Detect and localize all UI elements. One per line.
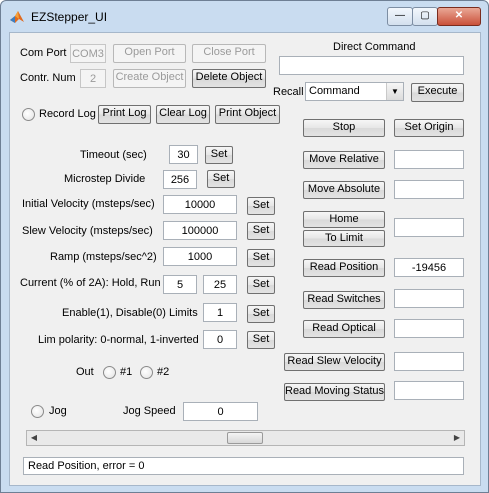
print-log-button[interactable]: Print Log — [98, 105, 151, 124]
initial-velocity-field[interactable]: 10000 — [163, 195, 237, 214]
maximize-button[interactable]: ▢ — [412, 7, 438, 26]
out-2-radio[interactable] — [140, 366, 153, 379]
limits-field[interactable]: 1 — [203, 303, 237, 322]
moving-status-value-field[interactable] — [394, 381, 464, 400]
close-button[interactable]: ✕ — [437, 7, 481, 26]
limits-set-button[interactable]: Set — [247, 305, 275, 323]
current-label: Current (% of 2A): Hold, Run — [20, 277, 161, 289]
limits-label: Enable(1), Disable(0) Limits — [62, 307, 198, 319]
recall-selected: Command — [309, 85, 360, 97]
move-relative-field[interactable] — [394, 150, 464, 169]
matlab-logo-icon — [10, 11, 24, 23]
read-moving-status-button[interactable]: Read Moving Status — [284, 383, 385, 401]
jog-slider-thumb[interactable] — [227, 432, 263, 444]
ramp-label: Ramp (msteps/sec^2) — [50, 251, 157, 263]
ramp-field[interactable]: 1000 — [163, 247, 237, 266]
delete-object-button[interactable]: Delete Object — [192, 69, 266, 88]
read-slew-velocity-button[interactable]: Read Slew Velocity — [284, 353, 385, 371]
position-value-field[interactable]: -19456 — [394, 258, 464, 277]
move-absolute-button[interactable]: Move Absolute — [303, 181, 385, 199]
lim-polarity-set-button[interactable]: Set — [247, 331, 275, 349]
microstep-field[interactable]: 256 — [163, 170, 197, 189]
lim-polarity-label: Lim polarity: 0-normal, 1-inverted — [38, 334, 199, 346]
record-log-label: Record Log — [39, 108, 96, 120]
out-1-label: #1 — [120, 366, 133, 378]
close-icon: ✕ — [454, 10, 464, 21]
jog-speed-field[interactable]: 0 — [183, 402, 258, 421]
jog-speed-label: Jog Speed — [123, 405, 176, 417]
com-port-label: Com Port — [20, 47, 67, 59]
set-origin-button[interactable]: Set Origin — [394, 119, 464, 137]
slew-velocity-set-button[interactable]: Set — [247, 222, 275, 240]
jog-label: Jog — [49, 405, 67, 417]
out-1-radio[interactable] — [103, 366, 116, 379]
controller-number-label: Contr. Num — [20, 72, 76, 84]
close-port-button[interactable]: Close Port — [192, 44, 266, 63]
direct-command-label: Direct Command — [333, 41, 416, 53]
current-set-button[interactable]: Set — [247, 276, 275, 294]
lim-polarity-field[interactable]: 0 — [203, 330, 237, 349]
chevron-down-icon[interactable]: ▼ — [386, 83, 403, 100]
initial-velocity-set-button[interactable]: Set — [247, 197, 275, 215]
title-bar[interactable]: EZStepper_UI — ▢ ✕ — [1, 1, 488, 31]
record-log-radio[interactable] — [22, 108, 35, 121]
print-object-button[interactable]: Print Object — [215, 105, 280, 124]
open-port-button[interactable]: Open Port — [113, 44, 186, 63]
microstep-label: Microstep Divide — [64, 173, 146, 185]
maximize-icon: ▢ — [420, 10, 430, 21]
controller-number-field[interactable]: 2 — [80, 69, 106, 88]
slew-velocity-label: Slew Velocity (msteps/sec) — [22, 225, 153, 237]
move-absolute-field[interactable] — [394, 180, 464, 199]
home-field[interactable] — [394, 218, 464, 237]
slew-velocity-field[interactable]: 100000 — [163, 221, 237, 240]
ramp-set-button[interactable]: Set — [247, 249, 275, 267]
jog-radio[interactable] — [31, 405, 44, 418]
move-relative-button[interactable]: Move Relative — [303, 151, 385, 169]
home-button[interactable]: Home — [303, 211, 385, 228]
jog-slider[interactable]: ◀ ▶ — [26, 430, 465, 446]
direct-command-field[interactable] — [279, 56, 464, 75]
switches-value-field[interactable] — [394, 289, 464, 308]
arrow-left-icon[interactable]: ◀ — [27, 431, 41, 445]
slew-velocity-value-field[interactable] — [394, 352, 464, 371]
main-panel: Com Port COM3 Open Port Close Port Contr… — [9, 32, 481, 486]
status-bar: Read Position, error = 0 — [23, 457, 464, 475]
read-position-button[interactable]: Read Position — [303, 259, 385, 277]
timeout-field[interactable]: 30 — [169, 145, 198, 164]
minimize-icon: — — [395, 10, 405, 21]
window-title: EZStepper_UI — [31, 10, 108, 24]
optical-value-field[interactable] — [394, 319, 464, 338]
microstep-set-button[interactable]: Set — [207, 170, 235, 188]
stop-button[interactable]: Stop — [303, 119, 385, 137]
recall-label: Recall — [273, 86, 304, 98]
timeout-label: Timeout (sec) — [80, 149, 147, 161]
com-port-field[interactable]: COM3 — [70, 44, 106, 63]
to-limit-button[interactable]: To Limit — [303, 230, 385, 247]
create-object-button[interactable]: Create Object — [113, 69, 186, 88]
clear-log-button[interactable]: Clear Log — [156, 105, 210, 124]
arrow-right-icon[interactable]: ▶ — [450, 431, 464, 445]
out-label: Out — [76, 366, 94, 378]
recall-dropdown[interactable]: Command ▼ — [305, 82, 404, 101]
out-2-label: #2 — [157, 366, 170, 378]
read-optical-button[interactable]: Read Optical — [303, 320, 385, 338]
initial-velocity-label: Initial Velocity (msteps/sec) — [22, 198, 155, 210]
current-run-field[interactable]: 25 — [203, 275, 237, 294]
app-window: EZStepper_UI — ▢ ✕ Com Port COM3 Open Po… — [0, 0, 489, 493]
timeout-set-button[interactable]: Set — [205, 146, 233, 164]
minimize-button[interactable]: — — [387, 7, 413, 26]
read-switches-button[interactable]: Read Switches — [303, 291, 385, 309]
current-hold-field[interactable]: 5 — [163, 275, 197, 294]
execute-button[interactable]: Execute — [411, 83, 464, 102]
